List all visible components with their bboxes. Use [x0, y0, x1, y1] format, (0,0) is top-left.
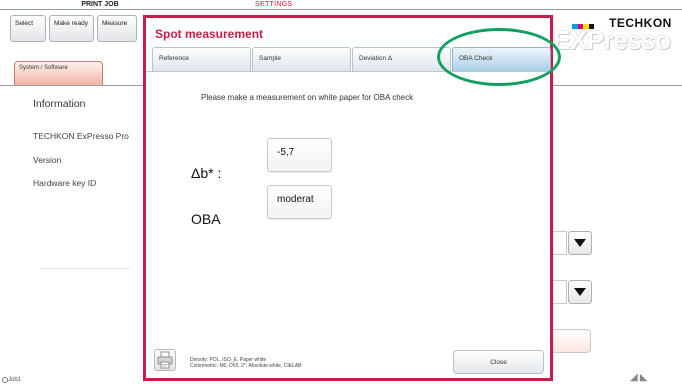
tab-oba-check[interactable]: OBA Check: [452, 47, 551, 71]
delta-b-value: -5,7: [267, 138, 332, 172]
chevron-down-icon: [574, 288, 586, 296]
measurement-conditions: Density: POL, ISO_E, Paper white Colorim…: [190, 357, 302, 369]
tab-sample[interactable]: Sample: [252, 47, 351, 71]
info-version-label: Version: [33, 155, 62, 165]
tab-divider: [146, 71, 550, 72]
logo-color-bar: [572, 24, 594, 29]
printer-icon: [157, 351, 173, 369]
information-heading: Information: [33, 98, 86, 110]
dropdown-arrow-button-2[interactable]: [568, 280, 592, 304]
instruction-text: Please make a measurement on white paper…: [201, 93, 414, 102]
chevron-down-icon: [574, 239, 586, 247]
decorative-corner-icon: ◢◣: [630, 372, 650, 383]
tab-reference[interactable]: Reference: [152, 47, 251, 71]
oba-label: OBA: [191, 211, 221, 227]
dialog-title: Spot measurement: [155, 27, 264, 41]
setting-field-2[interactable]: [553, 280, 567, 304]
spot-measurement-dialog: Spot measurement Reference Sample Deviat…: [143, 15, 553, 381]
print-job-label: PRINT JOB: [81, 1, 119, 8]
faint-divider: [40, 268, 130, 269]
setting-field-3[interactable]: [553, 329, 591, 353]
info-product-name: TECHKON ExPresso Pro: [33, 131, 129, 141]
info-hardware-key-label: Hardware key ID: [33, 178, 97, 188]
tab-select[interactable]: Select: [10, 15, 46, 42]
dropdown-arrow-button-1[interactable]: [568, 231, 592, 255]
print-button[interactable]: [154, 349, 176, 371]
top-divider: [0, 9, 682, 10]
delta-b-label: Δb* :: [191, 165, 222, 181]
setting-field-1[interactable]: [553, 231, 567, 255]
conditions-colorimetric: Colorimetric: M0, D50, 2°, Absolute whit…: [190, 362, 302, 369]
settings-label: SETTINGS: [255, 1, 293, 8]
job-label: Job1: [8, 377, 22, 383]
tab-deviation[interactable]: Deviation Δ: [352, 47, 451, 71]
close-button[interactable]: Close: [453, 350, 544, 374]
tab-system-software[interactable]: System / Software: [14, 61, 103, 85]
tab-make-ready[interactable]: Make ready: [49, 15, 94, 42]
oba-value: moderat: [267, 185, 332, 219]
tab-measure[interactable]: Measure: [97, 15, 137, 42]
main-tab-bar: Select Make ready Measure: [10, 15, 137, 42]
techkon-logo: TECHKON: [609, 16, 672, 30]
